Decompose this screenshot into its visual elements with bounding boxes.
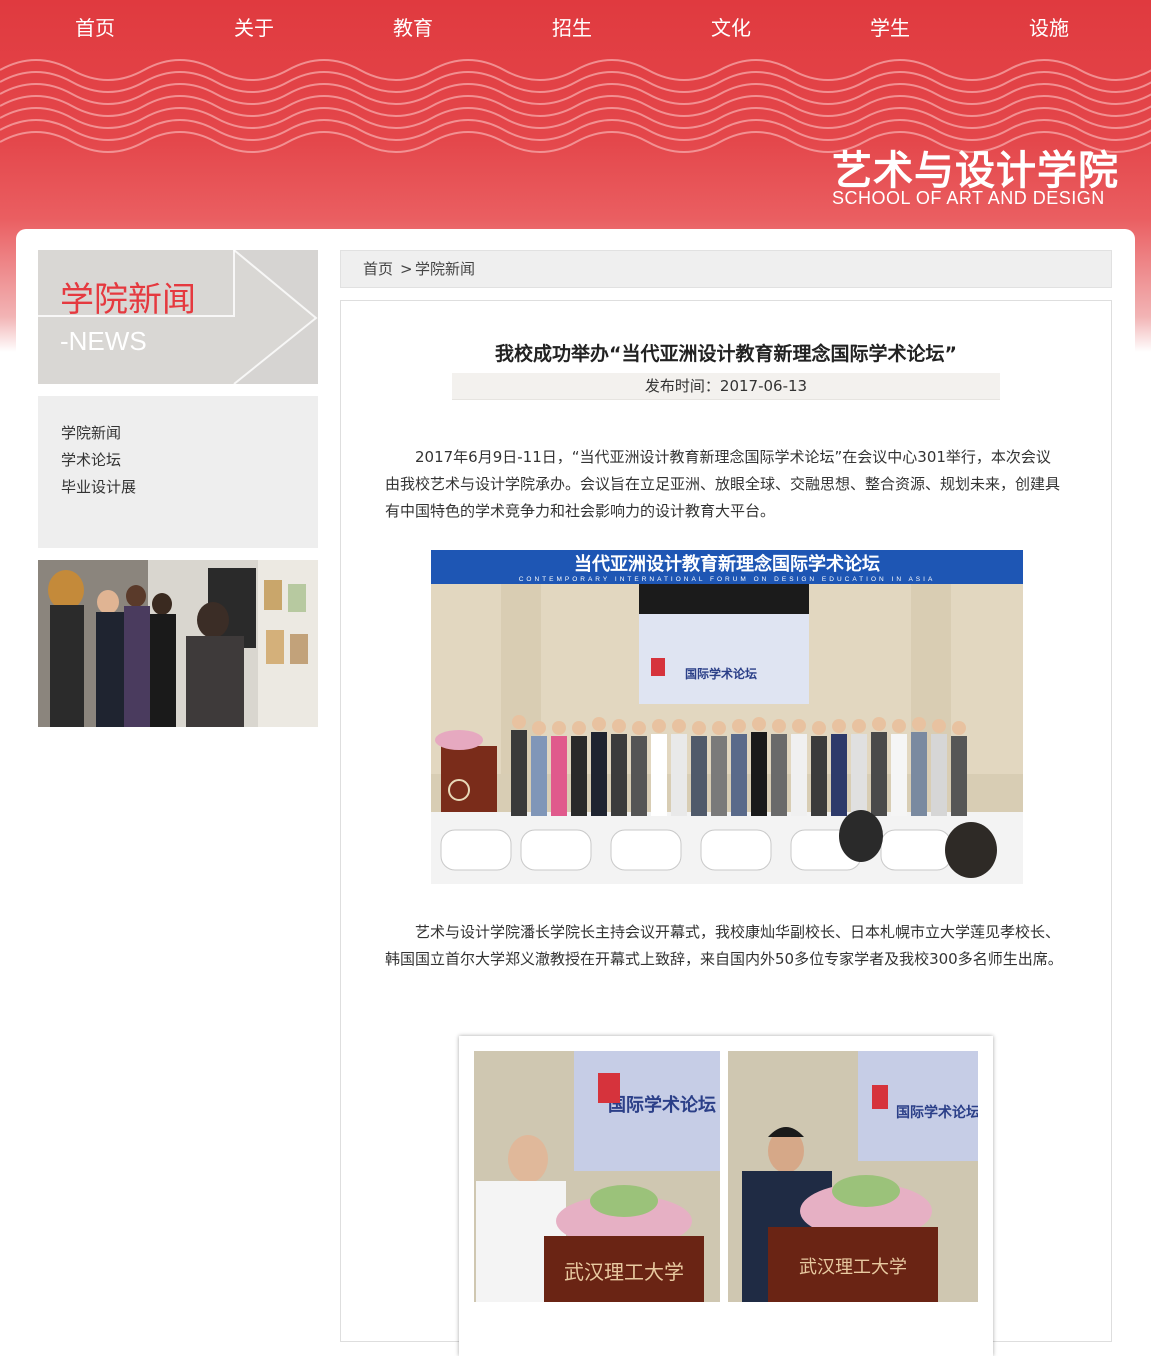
nav-item-facilities[interactable]: 设施 <box>1029 12 1069 41</box>
sidebar-photo[interactable] <box>38 560 318 727</box>
speaker-illustration-right: 国际学术论坛 武汉理工大学 <box>728 1051 978 1302</box>
podium-text-left: 武汉理工大学 <box>564 1260 684 1284</box>
article-photo-frame: 国际学术论坛 武汉理工大学 国际学术论坛 武汉理工大学 <box>459 1036 993 1356</box>
logo-english: SCHOOL OF ART AND DESIGN <box>832 188 1105 208</box>
article-paragraph-2: 艺术与设计学院潘长学院长主持会议开幕式，我校康灿华副校长、日本札幌市立大学莲见孝… <box>385 923 1063 968</box>
banner-chinese-text: 当代亚洲设计教育新理念国际学术论坛 <box>574 553 880 575</box>
screen-text: 国际学术论坛 <box>685 666 757 681</box>
article-paragraph-1: 2017年6月9日-11日，“当代亚洲设计教育新理念国际学术论坛”在会议中心30… <box>385 448 1061 520</box>
sidebar-title: 学院新闻 <box>60 280 196 320</box>
article-photo-group: 当代亚洲设计教育新理念国际学术论坛 CONTEMPORARY INTERNATI… <box>431 550 1023 884</box>
speaker-photo-left: 国际学术论坛 武汉理工大学 <box>474 1051 720 1302</box>
article-title: 我校成功举办“当代亚洲设计教育新理念国际学术论坛” <box>495 343 957 365</box>
sidebar-menu: 学院新闻 学术论坛 毕业设计展 <box>38 396 318 548</box>
screen-text-right: 国际学术论坛 <box>896 1104 978 1121</box>
article-panel: 我校成功举办“当代亚洲设计教育新理念国际学术论坛” 发布时间：2017-06-1… <box>340 300 1112 1356</box>
nav-item-about[interactable]: 关于 <box>234 12 274 41</box>
breadcrumb-separator: > <box>400 260 413 278</box>
speaker-illustration-left: 国际学术论坛 武汉理工大学 <box>474 1051 720 1302</box>
podium-text-right: 武汉理工大学 <box>799 1257 907 1278</box>
nav-item-home[interactable]: 首页 <box>75 12 115 41</box>
nav-item-students[interactable]: 学生 <box>870 12 910 41</box>
breadcrumb-home[interactable]: 首页 <box>363 251 393 287</box>
speaker-photo-right: 国际学术论坛 武汉理工大学 <box>728 1051 978 1302</box>
sidebar-item-news[interactable]: 学院新闻 <box>61 422 121 443</box>
nav-item-culture[interactable]: 文化 <box>711 12 751 41</box>
breadcrumb: 首页 > 学院新闻 <box>340 250 1112 288</box>
sidebar-item-graduation-exhibition[interactable]: 毕业设计展 <box>61 476 136 497</box>
nav-item-admissions[interactable]: 招生 <box>552 12 592 41</box>
banner-english-text: CONTEMPORARY INTERNATIONAL FORUM ON DESI… <box>519 576 936 583</box>
group-photo-illustration: 当代亚洲设计教育新理念国际学术论坛 CONTEMPORARY INTERNATI… <box>431 550 1023 884</box>
sidebar-item-forum[interactable]: 学术论坛 <box>61 449 121 470</box>
sidebar-header: 学院新闻 -NEWS <box>38 250 318 384</box>
article-date: 发布时间：2017-06-13 <box>452 373 1000 400</box>
screen-text-left: 国际学术论坛 <box>608 1094 716 1116</box>
breadcrumb-current[interactable]: 学院新闻 <box>415 251 475 287</box>
main-nav: 首页 关于 教育 招生 文化 学生 设施 <box>0 0 1151 54</box>
gallery-photo-illustration <box>38 560 318 727</box>
nav-item-education[interactable]: 教育 <box>393 12 433 41</box>
sidebar-subtitle: -NEWS <box>60 326 147 356</box>
